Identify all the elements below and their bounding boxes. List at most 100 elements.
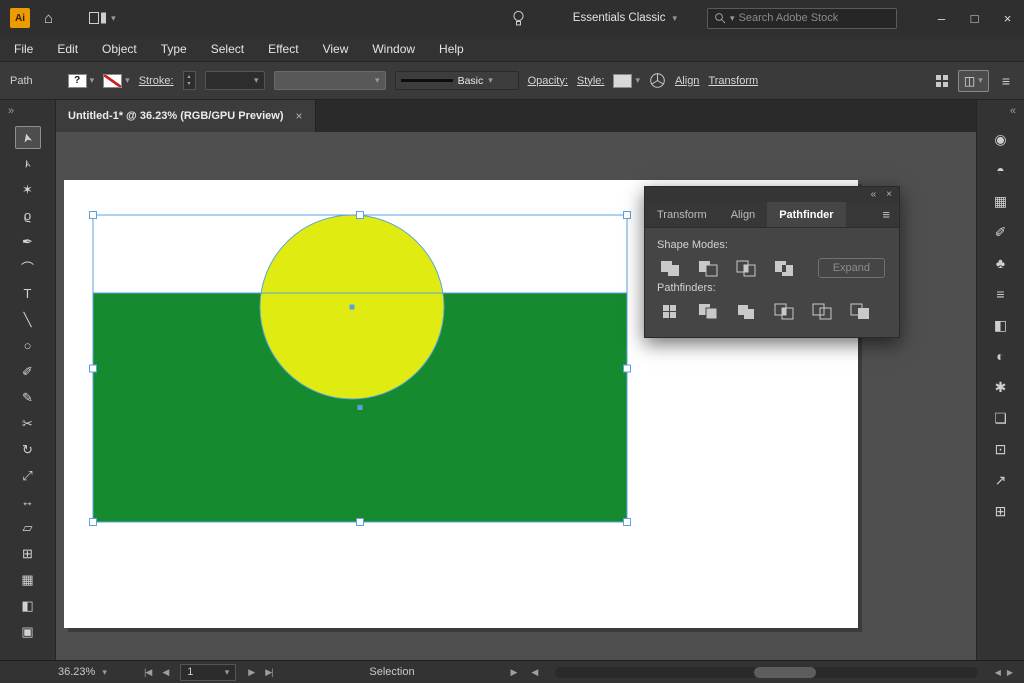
menu-view[interactable]: View [311,42,361,56]
ellipse-tool[interactable]: ○ [15,334,41,357]
scissors-tool[interactable]: ✂ [15,412,41,435]
graphic-styles-panel[interactable]: ❏ [989,407,1013,429]
swatches-panel[interactable]: ▦ [989,190,1013,212]
minus-front-button[interactable] [695,258,721,278]
menu-help[interactable]: Help [427,42,476,56]
menu-select[interactable]: Select [199,42,256,56]
stroke-width-select[interactable]: ▾ [205,71,265,90]
width-tool[interactable]: ↔ [15,490,41,513]
menu-window[interactable]: Window [360,42,427,56]
trim-button[interactable] [695,301,721,321]
opacity-link[interactable]: Opacity: [528,75,568,87]
dock-collapse-icon[interactable]: « [977,100,1024,124]
unite-button[interactable] [657,258,683,278]
color-guide-panel[interactable]: ◓ [989,159,1013,181]
layers-panel[interactable]: ⊡ [989,438,1013,460]
align-link[interactable]: Align [675,75,699,87]
scroll-left-icon[interactable]: ◀ [995,668,1001,677]
libraries-panel[interactable]: ⊞ [989,500,1013,522]
artboard-tool[interactable]: ▣ [15,620,41,643]
selection-tool[interactable]: ➤ [15,126,41,149]
menu-effect[interactable]: Effect [256,42,310,56]
tab-close-icon[interactable]: × [296,109,303,123]
curvature-tool[interactable]: ⌒ [15,256,41,279]
horizontal-scrollbar[interactable] [555,667,977,678]
paintbrush-tool[interactable]: ✐ [15,360,41,383]
color-panel[interactable]: ◉ [989,128,1013,150]
expand-button[interactable]: Expand [818,258,885,278]
menu-object[interactable]: Object [90,42,149,56]
panel-close-icon[interactable]: × [886,190,892,200]
brushes-panel[interactable]: ✐ [989,221,1013,243]
fill-swatch[interactable]: ? [68,74,87,88]
asset-export-panel[interactable]: ↗ [989,469,1013,491]
exclude-button[interactable] [771,258,797,278]
pencil-tool[interactable]: ✎ [15,386,41,409]
style-link[interactable]: Style: [577,75,605,87]
panel-dock-button[interactable]: ◫ ▾ [958,70,989,92]
discover-lightbulb-icon[interactable] [512,10,525,27]
gradient-tool[interactable]: ◧ [15,594,41,617]
rotate-tool[interactable]: ↻ [15,438,41,461]
menu-edit[interactable]: Edit [45,42,90,56]
shape-builder-tool[interactable]: ⊞ [15,542,41,565]
divide-button[interactable] [657,301,683,321]
zoom-control[interactable]: 36.23% ▾ [58,666,132,678]
close-button[interactable]: × [991,0,1024,36]
scale-tool[interactable]: ⤢ [15,464,41,487]
menu-file[interactable]: File [2,42,45,56]
last-artboard-icon[interactable]: ▶| [265,667,272,677]
arrange-documents-button[interactable]: ▾ [89,12,116,24]
crop-button[interactable] [771,301,797,321]
status-expand-right-icon[interactable]: ▶ [511,667,518,678]
minus-back-button[interactable] [847,301,873,321]
prev-artboard-icon[interactable]: ◀ [162,667,168,677]
symbols-panel[interactable]: ♣ [989,252,1013,274]
transparency-panel[interactable]: ◐ [989,345,1013,367]
stroke-width-stepper[interactable]: ▴ ▾ [183,71,196,90]
stroke-none-swatch[interactable] [103,74,122,88]
recolor-artwork-icon[interactable] [649,72,666,89]
first-artboard-icon[interactable]: |◀ [144,667,151,677]
panel-collapse-icon[interactable]: « [871,190,877,200]
control-bar-menu-icon[interactable]: ≡ [1002,73,1010,89]
workspace-switcher[interactable]: Essentials Classic ▾ [573,12,677,24]
search-input[interactable] [739,12,890,24]
appearance-panel[interactable]: ✱ [989,376,1013,398]
mesh-tool[interactable]: ▦ [15,568,41,591]
direct-selection-tool[interactable]: ➣ [15,152,41,175]
tab-align[interactable]: Align [719,202,767,227]
free-transform-tool[interactable]: ▱ [15,516,41,539]
type-tool[interactable]: T [15,282,41,305]
artboard-navigation-select[interactable]: 1 ▾ [180,664,236,681]
adobe-stock-search[interactable]: ▾ [707,8,897,29]
maximize-button[interactable]: □ [958,0,991,36]
transform-link[interactable]: Transform [708,75,758,87]
stroke-panel-link[interactable]: Stroke: [139,75,174,87]
tab-transform[interactable]: Transform [645,202,719,227]
tab-pathfinder[interactable]: Pathfinder [767,202,845,227]
status-expand-left-icon[interactable]: ◀ [531,667,538,678]
intersect-button[interactable] [733,258,759,278]
minimize-button[interactable]: – [925,0,958,36]
menu-type[interactable]: Type [149,42,199,56]
scroll-right-icon[interactable]: ▶ [1007,668,1013,677]
stepper-up-icon[interactable]: ▴ [188,74,191,81]
scrollbar-thumb[interactable] [754,667,816,678]
style-swatch[interactable] [613,74,632,88]
next-artboard-icon[interactable]: ▶ [248,667,254,677]
panel-menu-icon[interactable]: ≡ [882,207,890,222]
stroke-panel[interactable]: ≡ [989,283,1013,305]
fill-color-control[interactable]: ? ▾ [68,74,95,88]
line-segment-tool[interactable]: ╲ [15,308,41,331]
outline-button[interactable] [809,301,835,321]
lasso-tool[interactable]: ϱ [15,204,41,227]
home-icon[interactable]: ⌂ [44,10,53,27]
style-select[interactable]: ▾ [613,74,640,88]
pen-tool[interactable]: ✒ [15,230,41,253]
stepper-down-icon[interactable]: ▾ [188,81,191,88]
workspace-grid-icon[interactable] [935,74,949,88]
gradient-panel[interactable]: ◧ [989,314,1013,336]
document-tab[interactable]: Untitled-1* @ 36.23% (RGB/GPU Preview) × [56,100,316,132]
magic-wand-tool[interactable]: ✶ [15,178,41,201]
